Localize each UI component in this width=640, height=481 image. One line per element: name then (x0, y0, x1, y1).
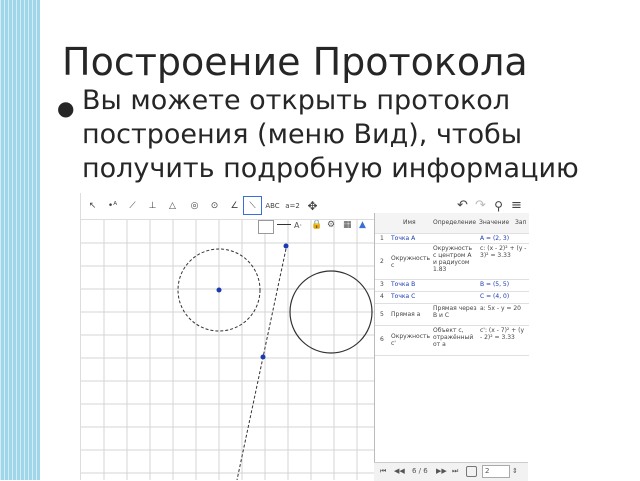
row-number: 2 (380, 258, 384, 265)
row-number: 6 (380, 336, 384, 343)
style-bar-line-icon[interactable] (277, 224, 291, 225)
row-name: Точка B (391, 281, 416, 288)
row-value: a: 5x - y = 20 (480, 305, 521, 312)
speed-spinner-icon[interactable]: ⇕ (512, 467, 518, 475)
graphics-view[interactable]: A· 🔒 ⚙ ▦ ▲ (81, 220, 374, 480)
table-row[interactable]: 6 Окружность c' Объект c, отражённый от … (375, 325, 529, 356)
header-caption: Зап (515, 219, 527, 226)
ellipse-tool-icon[interactable]: ⊙ (205, 196, 224, 215)
row-definition: Объект c, отражённый от a (433, 327, 474, 348)
row-name: Окружность c' (391, 333, 431, 347)
row-value: A = (2, 3) (480, 235, 510, 242)
graphics-canvas[interactable] (81, 220, 374, 480)
line-tool-icon[interactable]: ⟋ (123, 196, 142, 215)
style-bar-grid-icon[interactable]: ▦ (343, 220, 352, 234)
last-step-icon[interactable]: ⏭ (452, 467, 458, 476)
row-value: c': (x - 7)² + (y - 2)² = 3.33 (480, 327, 525, 341)
navigation-bar: ⏮ ◀◀ 6 / 6 ▶▶ ⏭ 2 ⇕ (374, 462, 528, 481)
grid (81, 220, 374, 480)
row-value: c: (x - 2)² + (y - 3)² = 3.33 (480, 245, 527, 259)
protocol-header: Имя Определение Значение Зап (375, 213, 529, 234)
circle-tool-icon[interactable]: ◎ (185, 196, 204, 215)
header-value: Значение (479, 219, 510, 226)
construction-protocol: Имя Определение Значение Зап 1 Точка A A… (374, 213, 529, 480)
row-definition: Прямая через B и C (433, 305, 477, 319)
row-definition: Окружность с центром A и радиусом 1.83 (433, 245, 473, 273)
style-bar-settings-icon[interactable]: ⚙ (327, 220, 335, 234)
geogebra-window: ↖ •ᴬ ⟋ ⊥ △ ◎ ⊙ ∠ ⟍ ABC a=2 ✥ ↶ ↷ ⚲ ≡ A· … (80, 193, 529, 481)
slider-tool-icon[interactable]: a=2 (283, 196, 302, 215)
row-number: 4 (380, 293, 384, 300)
line-a[interactable] (236, 243, 288, 480)
row-name: Окружность c (391, 255, 431, 269)
row-value: B = (5, 5) (480, 281, 510, 288)
perpendicular-tool-icon[interactable]: ⊥ (143, 196, 162, 215)
step-counter: 6 / 6 (412, 467, 428, 475)
row-number: 1 (380, 235, 384, 242)
style-bar-sort-icon[interactable]: ▲ (359, 220, 366, 234)
row-number: 3 (380, 281, 384, 288)
point-b[interactable] (283, 243, 289, 249)
row-name: Точка A (391, 235, 416, 242)
header-name: Имя (403, 219, 416, 226)
speed-input[interactable]: 2 (482, 465, 510, 478)
slide-title: Построение Протокола (62, 40, 528, 84)
bullet-marker: ● (57, 96, 75, 120)
row-value: C = (4, 0) (480, 293, 510, 300)
play-pause-icon[interactable] (466, 466, 477, 477)
move-graphics-tool-icon[interactable]: ✥ (303, 196, 322, 215)
point-c[interactable] (260, 354, 266, 360)
polygon-tool-icon[interactable]: △ (163, 196, 182, 215)
decorative-stripe (0, 0, 40, 480)
style-bar-lock-icon[interactable]: 🔒 (311, 220, 322, 234)
header-definition: Определение (433, 219, 477, 226)
text-tool-icon[interactable]: ABC (263, 196, 282, 215)
table-row[interactable]: 2 Окружность c Окружность с центром A и … (375, 243, 529, 280)
row-name: Прямая a (391, 311, 421, 318)
next-step-icon[interactable]: ▶▶ (436, 467, 447, 475)
row-number: 5 (380, 311, 384, 318)
previous-step-icon[interactable]: ◀◀ (394, 467, 405, 475)
first-step-icon[interactable]: ⏮ (380, 467, 386, 476)
row-name: Точка C (391, 293, 416, 300)
slide-bullet-text: Вы можете открыть протокол построения (м… (82, 85, 579, 184)
point-tool-icon[interactable]: •ᴬ (103, 196, 122, 215)
style-bar-point-icon[interactable] (258, 220, 274, 234)
move-tool-icon[interactable]: ↖ (83, 196, 102, 215)
table-row[interactable]: 5 Прямая a Прямая через B и C a: 5x - y … (375, 303, 529, 326)
angle-tool-icon[interactable]: ∠ (225, 196, 244, 215)
reflect-tool-icon[interactable]: ⟍ (243, 196, 262, 215)
point-a[interactable] (216, 287, 222, 293)
style-bar-text[interactable]: A· (294, 221, 302, 235)
